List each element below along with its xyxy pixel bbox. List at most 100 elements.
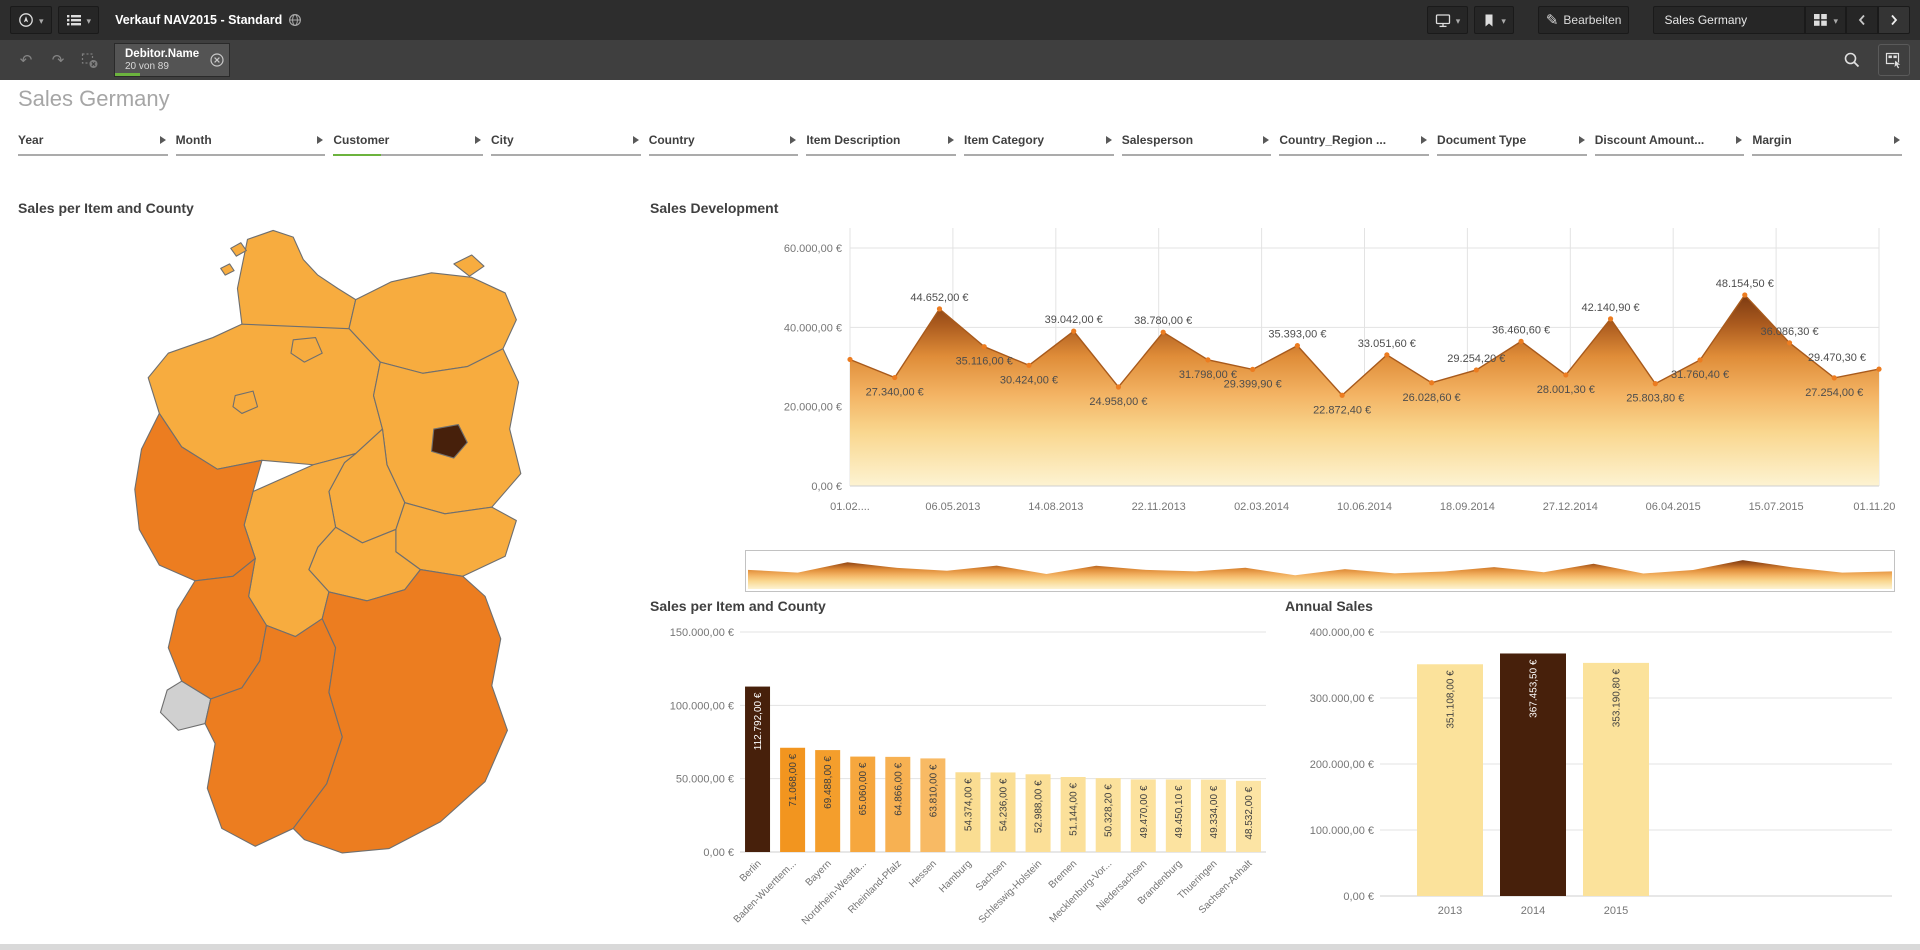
filter-label: Discount Amount... [1595, 133, 1705, 147]
next-sheet-button[interactable] [1878, 6, 1910, 34]
filter-underline [1752, 154, 1902, 156]
chevron-right-icon[interactable] [160, 136, 166, 144]
data-point[interactable] [1653, 381, 1658, 386]
svg-text:353.190,80 €: 353.190,80 € [1612, 668, 1623, 727]
bookmarks-button[interactable] [1474, 6, 1514, 34]
svg-text:367.453,50 €: 367.453,50 € [1529, 659, 1540, 718]
filter-country[interactable]: Country [649, 130, 799, 156]
data-point[interactable] [1250, 367, 1255, 372]
navigation-menu-button[interactable] [10, 6, 52, 34]
data-point[interactable] [1205, 357, 1210, 362]
filter-item-description[interactable]: Item Description [806, 130, 956, 156]
chevron-right-icon[interactable] [1579, 136, 1585, 144]
sales-development-chart[interactable]: 01.02....06.05.201314.08.201322.11.20130… [650, 220, 1895, 538]
filter-document-type[interactable]: Document Type [1437, 130, 1587, 156]
sheets-grid-icon [1813, 13, 1828, 27]
filter-month[interactable]: Month [176, 130, 326, 156]
filter-year[interactable]: Year [18, 130, 168, 156]
svg-text:300.000,00 €: 300.000,00 € [1310, 693, 1374, 705]
svg-text:10.06.2014: 10.06.2014 [1337, 501, 1392, 513]
data-point[interactable] [1876, 367, 1881, 372]
svg-text:31.760,40 €: 31.760,40 € [1671, 369, 1729, 381]
svg-text:29.254,20 €: 29.254,20 € [1447, 353, 1505, 365]
data-point[interactable] [937, 306, 942, 311]
top-toolbar: Verkauf NAV2015 - Standard ✎ [0, 0, 1920, 40]
presentation-mode-button[interactable] [1427, 6, 1469, 34]
data-point[interactable] [1295, 343, 1300, 348]
data-point[interactable] [1832, 375, 1837, 380]
filter-item-category[interactable]: Item Category [964, 130, 1114, 156]
data-point[interactable] [1026, 363, 1031, 368]
island-icon[interactable] [454, 255, 484, 276]
data-point[interactable] [1384, 352, 1389, 357]
chevron-right-icon[interactable] [475, 136, 481, 144]
svg-text:42.140,90 €: 42.140,90 € [1582, 302, 1640, 314]
data-point[interactable] [1340, 393, 1345, 398]
svg-text:Berlin: Berlin [738, 858, 764, 884]
selections-tool-button[interactable] [1878, 44, 1910, 76]
data-point[interactable] [1563, 372, 1568, 377]
selection-summary: 20 von 89 [125, 61, 199, 73]
data-point[interactable] [1429, 380, 1434, 385]
data-point[interactable] [1071, 329, 1076, 334]
chevron-down-icon [39, 13, 44, 27]
selection-chip-debitor-name[interactable]: Debitor.Name 20 von 89 [114, 43, 230, 77]
svg-text:69.488,00 €: 69.488,00 € [823, 756, 834, 809]
svg-text:Bremen: Bremen [1047, 858, 1080, 891]
annual-sales-bar-chart[interactable]: 0,00 €100.000,00 €200.000,00 €300.000,00… [1285, 620, 1900, 936]
clear-all-selections-button[interactable] [74, 44, 106, 76]
sheet-list-button[interactable] [1805, 6, 1846, 34]
data-point[interactable] [1787, 340, 1792, 345]
filter-label: Country [649, 133, 695, 147]
chevron-right-icon[interactable] [1736, 136, 1742, 144]
island-icon[interactable] [221, 264, 234, 275]
chevron-right-icon[interactable] [633, 136, 639, 144]
data-point[interactable] [1697, 357, 1702, 362]
filter-discount-amount[interactable]: Discount Amount... [1595, 130, 1745, 156]
chart-navigator[interactable] [745, 550, 1895, 592]
previous-sheet-button[interactable] [1846, 6, 1878, 34]
step-forward-button[interactable]: ↷ [42, 44, 74, 76]
svg-text:27.12.2014: 27.12.2014 [1543, 501, 1598, 513]
clear-selections-icon [81, 52, 99, 69]
sales-per-county-bar-chart[interactable]: 0,00 €50.000,00 €100.000,00 €150.000,00 … [650, 620, 1270, 938]
app-overview-button[interactable] [58, 6, 100, 34]
data-point[interactable] [1474, 367, 1479, 372]
data-point[interactable] [1608, 316, 1613, 321]
remove-selection-button[interactable] [210, 53, 224, 72]
chevron-right-icon[interactable] [1894, 136, 1900, 144]
data-point[interactable] [847, 357, 852, 362]
chevron-right-icon[interactable] [1263, 136, 1269, 144]
data-point[interactable] [1161, 330, 1166, 335]
svg-text:Baden-Wuerttem...: Baden-Wuerttem... [732, 858, 799, 925]
edit-button[interactable]: ✎ Bearbeiten [1538, 6, 1630, 34]
app-title-text: Verkauf NAV2015 - Standard [115, 13, 282, 27]
filter-city[interactable]: City [491, 130, 641, 156]
svg-text:39.042,00 €: 39.042,00 € [1045, 314, 1103, 326]
filter-country-region[interactable]: Country_Region ... [1279, 130, 1429, 156]
filter-customer[interactable]: Customer [333, 130, 483, 156]
step-back-button[interactable]: ↶ [10, 44, 42, 76]
state-schleswig-holstein[interactable] [237, 230, 355, 337]
data-point[interactable] [892, 375, 897, 380]
chevron-right-icon[interactable] [790, 136, 796, 144]
chevron-right-icon[interactable] [1421, 136, 1427, 144]
germany-choropleth-map[interactable] [60, 226, 580, 940]
data-point[interactable] [1742, 292, 1747, 297]
filter-label: Salesperson [1122, 133, 1193, 147]
smart-search-button[interactable] [1836, 44, 1868, 76]
chevron-right-icon[interactable] [1106, 136, 1112, 144]
navigator-area[interactable] [748, 560, 1892, 589]
compass-icon [18, 12, 34, 28]
close-icon [210, 53, 224, 67]
filter-underline [1122, 154, 1272, 156]
data-point[interactable] [982, 344, 987, 349]
chevron-right-icon[interactable] [948, 136, 954, 144]
data-point[interactable] [1116, 384, 1121, 389]
svg-text:22.872,40 €: 22.872,40 € [1313, 404, 1371, 416]
navigator-mini-chart[interactable] [746, 551, 1894, 591]
data-point[interactable] [1518, 339, 1523, 344]
filter-margin[interactable]: Margin [1752, 130, 1902, 156]
chevron-right-icon[interactable] [317, 136, 323, 144]
filter-salesperson[interactable]: Salesperson [1122, 130, 1272, 156]
